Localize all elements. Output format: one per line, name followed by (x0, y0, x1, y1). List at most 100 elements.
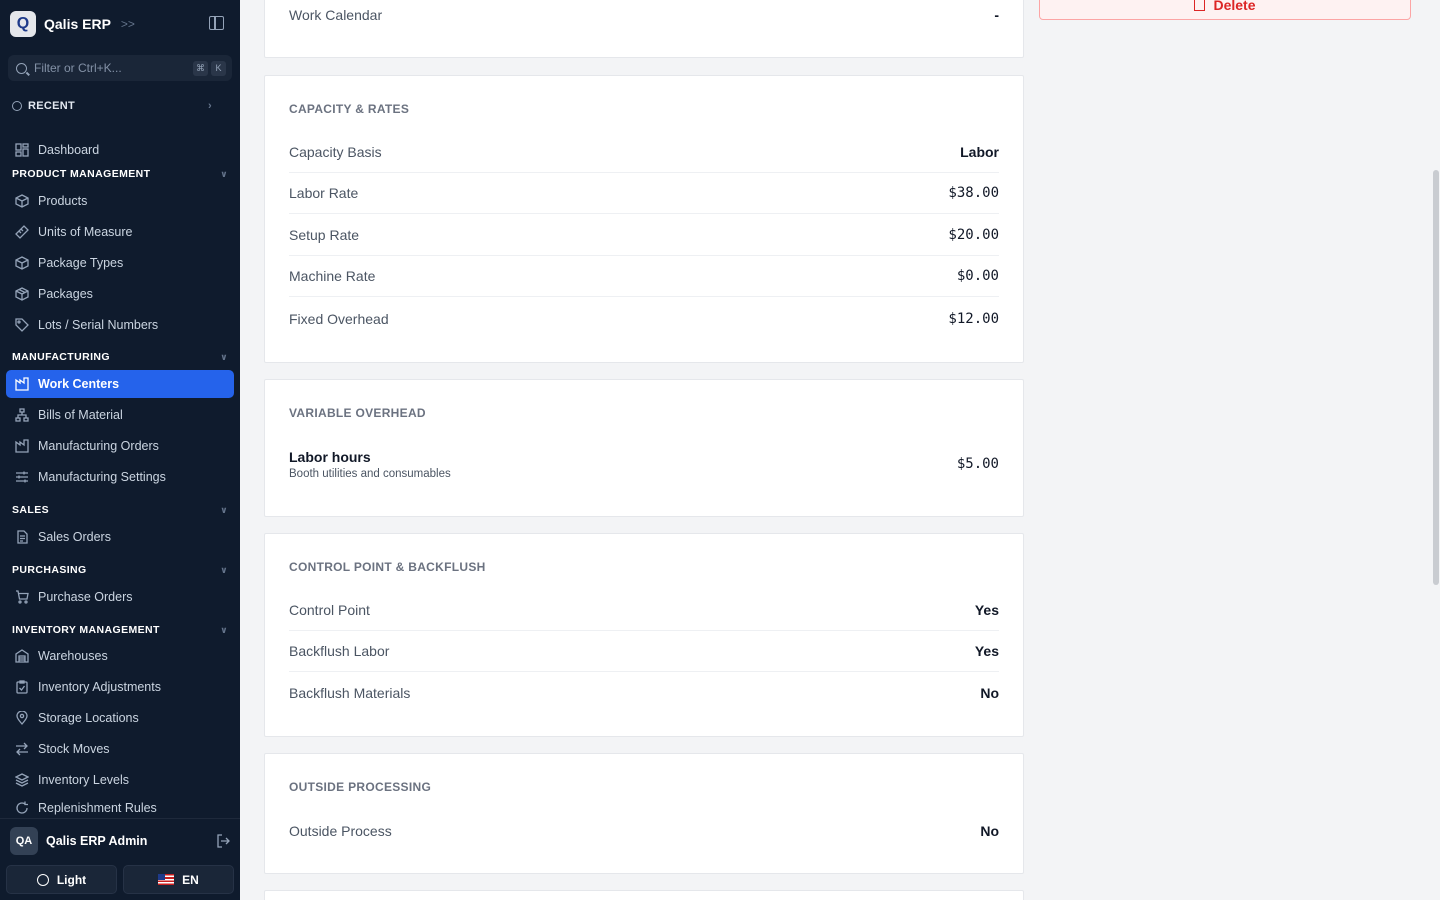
scrollbar[interactable] (1433, 170, 1439, 585)
avatar: QA (10, 827, 38, 855)
row-label: Control Point (289, 602, 370, 618)
language-select-button[interactable]: EN (123, 865, 234, 894)
row-value: $38.00 (948, 185, 999, 201)
sliders-icon (15, 470, 29, 484)
app-name: Qalis ERP (44, 15, 111, 32)
sidebar-item-inventory-levels[interactable]: Inventory Levels (6, 766, 234, 794)
sidebar-item-label: Stock Moves (38, 742, 110, 756)
sidebar-item-packages[interactable]: Packages (6, 280, 234, 308)
sidebar-item-label: Package Types (38, 256, 124, 270)
map-pin-icon (15, 711, 29, 725)
sidebar-collapse-icon[interactable] (209, 16, 224, 30)
search-icon (16, 62, 27, 74)
card-title: CAPACITY & RATES (289, 102, 410, 116)
warehouse-icon (15, 649, 29, 663)
factory-icon (15, 377, 29, 391)
card-title: VARIABLE OVERHEAD (289, 406, 426, 420)
sidebar-item-inventory-adjustments[interactable]: Inventory Adjustments (6, 673, 234, 701)
detail-row-work-calendar: Work Calendar - (289, 0, 999, 35)
clipboard-check-icon (15, 680, 29, 694)
section-product-management[interactable]: PRODUCT MANAGEMENT ∨ (12, 167, 228, 181)
sidebar-item-dashboard[interactable]: Dashboard (6, 136, 234, 164)
section-purchasing[interactable]: PURCHASING ∨ (12, 563, 228, 577)
variable-overhead-card: VARIABLE OVERHEAD Labor hours Booth util… (264, 379, 1024, 517)
outside-processing-card: OUTSIDE PROCESSING Outside Process No (264, 753, 1024, 874)
section-inventory-management[interactable]: INVENTORY MANAGEMENT ∨ (12, 623, 228, 637)
sidebar-item-package-types[interactable]: Package Types (6, 249, 234, 277)
dashboard-icon (15, 143, 29, 157)
section-label: SALES (12, 504, 50, 516)
card-title: CONTROL POINT & BACKFLUSH (289, 560, 486, 574)
chevron-right-icon: › (208, 100, 212, 112)
detail-row-capacity-basis: Capacity Basis Labor (289, 132, 999, 173)
sidebar-item-replenishment-rules[interactable]: Replenishment Rules (6, 797, 234, 819)
sidebar-item-sales-orders[interactable]: Sales Orders (6, 523, 234, 551)
delete-button[interactable]: Delete (1039, 0, 1411, 20)
recent-label: RECENT (28, 100, 76, 112)
sidebar-item-products[interactable]: Products (6, 187, 234, 215)
filter-input[interactable] (34, 61, 190, 75)
factory-icon (15, 439, 29, 453)
recent-toggle[interactable]: RECENT › (12, 99, 212, 113)
layers-icon (15, 773, 29, 787)
sidebar-item-lots-serial-numbers[interactable]: Lots / Serial Numbers (6, 311, 234, 339)
delete-label: Delete (1213, 0, 1256, 13)
sidebar-item-purchase-orders[interactable]: Purchase Orders (6, 583, 234, 611)
overhead-description: Booth utilities and consumables (289, 467, 451, 480)
brand[interactable]: Q Qalis ERP >> (10, 10, 135, 37)
sidebar-filter: ⌘ K (8, 55, 232, 81)
row-label: Labor Rate (289, 185, 359, 201)
sidebar-item-stock-moves[interactable]: Stock Moves (6, 735, 234, 763)
sidebar-item-label: Replenishment Rules (38, 801, 157, 815)
sidebar-item-manufacturing-orders[interactable]: Manufacturing Orders (6, 432, 234, 460)
next-card (264, 890, 1024, 900)
chevron-down-icon: ∨ (220, 351, 228, 362)
sidebar: Q Qalis ERP >> ⌘ K RECENT › Dashboard PR… (0, 0, 240, 900)
theme-label: Light (56, 872, 87, 887)
chevron-right-icon: >> (120, 16, 135, 31)
chevron-down-icon: ∨ (220, 168, 228, 179)
row-value: No (980, 684, 999, 701)
sidebar-item-label: Inventory Adjustments (38, 680, 161, 694)
sidebar-item-label: Work Centers (38, 377, 120, 391)
sidebar-item-manufacturing-settings[interactable]: Manufacturing Settings (6, 463, 234, 491)
arrows-exchange-icon (15, 742, 29, 756)
sidebar-item-label: Packages (38, 287, 93, 301)
variable-overhead-row: Labor hours Booth utilities and consumab… (289, 444, 999, 484)
chevron-down-icon: ∨ (220, 564, 228, 575)
row-label: Setup Rate (289, 227, 360, 243)
general-card: Work Calendar - (264, 0, 1024, 58)
us-flag-icon (158, 874, 175, 885)
logout-icon[interactable] (216, 834, 230, 848)
row-label: Outside Process (289, 822, 392, 839)
detail-row-control-point: Control Point Yes (289, 590, 999, 631)
capacity-rates-card: CAPACITY & RATES Capacity Basis Labor La… (264, 75, 1024, 363)
theme-toggle-button[interactable]: Light (6, 865, 117, 894)
sidebar-item-bills-of-material[interactable]: Bills of Material (6, 401, 234, 429)
row-label: Work Calendar (289, 6, 383, 23)
overhead-label: Labor hours (289, 448, 371, 465)
clock-icon (12, 101, 22, 111)
row-value: Labor (960, 144, 999, 160)
section-label: PRODUCT MANAGEMENT (12, 168, 151, 180)
row-value: - (994, 6, 999, 23)
chevron-down-icon: ∨ (220, 624, 228, 635)
sidebar-item-work-centers[interactable]: Work Centers (6, 370, 234, 398)
section-manufacturing[interactable]: MANUFACTURING ∨ (12, 350, 228, 364)
row-label: Backflush Labor (289, 643, 390, 659)
sidebar-item-units-of-measure[interactable]: Units of Measure (6, 218, 234, 246)
ruler-icon (15, 225, 29, 239)
detail-row-outside-process: Outside Process No (289, 810, 999, 851)
cmd-key-badge: ⌘ (193, 60, 208, 76)
section-sales[interactable]: SALES ∨ (12, 503, 228, 517)
hierarchy-icon (15, 408, 29, 422)
sidebar-item-warehouses[interactable]: Warehouses (6, 642, 234, 670)
user-profile[interactable]: QA Qalis ERP Admin (10, 827, 230, 855)
row-value: $12.00 (948, 310, 999, 327)
package-icon (15, 287, 29, 301)
row-value: No (980, 822, 999, 839)
row-value: $20.00 (948, 227, 999, 243)
sidebar-item-storage-locations[interactable]: Storage Locations (6, 704, 234, 732)
card-title: OUTSIDE PROCESSING (289, 780, 432, 794)
sun-icon (36, 873, 49, 886)
